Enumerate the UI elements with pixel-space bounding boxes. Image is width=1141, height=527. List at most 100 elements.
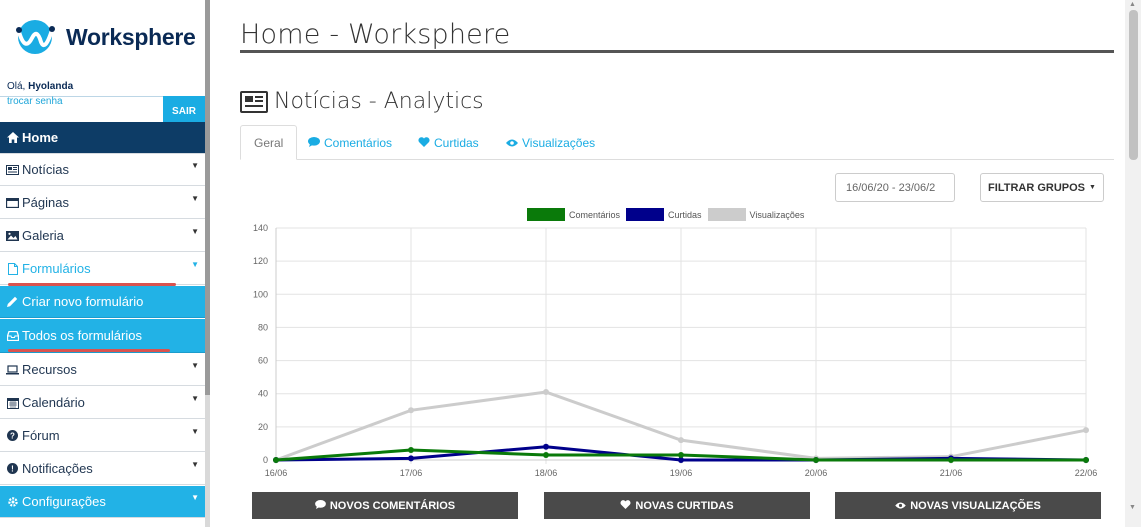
sidebar-item-label: Fórum — [22, 428, 60, 443]
user-name: Hyolanda — [28, 81, 74, 92]
newspaper-icon — [240, 90, 268, 113]
analytics-line-chart: 0 20 40 60 80 100 120 140 16/06 17/06 18/06 19/06 20… — [253, 223, 1098, 478]
picture-icon — [6, 230, 19, 241]
tab-label: Comentários — [324, 135, 393, 150]
data-point[interactable] — [678, 452, 684, 459]
new-likes-button[interactable]: NOVAS CURTIDAS — [544, 492, 810, 519]
data-point[interactable] — [678, 437, 684, 444]
sidebar-subitem-criar-formulario[interactable]: Criar novo formulário — [0, 286, 205, 318]
data-point[interactable] — [1083, 457, 1089, 463]
sidebar-item-label: Notícias — [22, 162, 69, 177]
data-point[interactable] — [273, 457, 279, 463]
scroll-thumb[interactable] — [1129, 10, 1138, 160]
sidebar-item-label: Formulários — [22, 261, 91, 276]
sidebar-item-recursos[interactable]: Recursos ▼ — [0, 354, 205, 386]
y-tick-label: 140 — [253, 223, 268, 233]
gear-icon — [6, 496, 19, 508]
eye-icon — [895, 500, 906, 512]
data-point[interactable] — [813, 457, 819, 463]
data-point[interactable] — [948, 457, 954, 463]
button-label: NOVOS COMENTÁRIOS — [329, 499, 456, 512]
heart-icon — [620, 499, 631, 512]
data-point[interactable] — [543, 389, 549, 396]
sidebar-item-galeria[interactable]: Galeria ▼ — [0, 220, 205, 252]
tab-label: Curtidas — [434, 135, 479, 150]
caret-down-icon: ▼ — [191, 194, 199, 203]
logout-button[interactable]: SAIR — [163, 96, 205, 122]
sidebar-item-formularios[interactable]: Formulários ▼ — [0, 253, 205, 285]
laptop-icon — [6, 364, 19, 375]
sidebar-subitem-todos-formularios[interactable]: Todos os formulários — [0, 319, 205, 353]
legend-label: Curtidas — [668, 209, 702, 220]
comment-icon — [308, 136, 320, 150]
legend-label: Comentários — [569, 209, 621, 220]
greeting-prefix: Olá, — [7, 81, 29, 92]
sidebar-item-label: Notificações — [22, 461, 93, 476]
tab-curtidas[interactable]: Curtidas — [418, 125, 479, 160]
data-point[interactable] — [408, 455, 414, 462]
sidebar-scroll-track — [205, 395, 210, 527]
sidebar-item-calendario[interactable]: Calendário ▼ — [0, 387, 205, 419]
data-point[interactable] — [408, 447, 414, 454]
sidebar-item-forum[interactable]: ? Fórum ▼ — [0, 420, 205, 452]
legend-label: Visualizações — [749, 209, 805, 220]
y-tick-label: 80 — [258, 322, 268, 332]
sidebar-item-notificacoes[interactable]: ! Notificações ▼ — [0, 453, 205, 485]
x-tick-label: 18/06 — [535, 468, 558, 478]
sidebar-item-label: Recursos — [22, 362, 77, 377]
caret-down-icon: ▼ — [191, 227, 199, 236]
caret-down-icon: ▼ — [191, 161, 199, 170]
caret-down-icon: ▼ — [191, 260, 199, 269]
eye-icon — [506, 136, 518, 150]
caret-down-icon: ▼ — [191, 460, 199, 469]
page-scrollbar[interactable]: ▲ ▼ — [1125, 0, 1141, 527]
x-tick-label: 20/06 — [805, 468, 828, 478]
newspaper-icon — [6, 164, 19, 175]
sidebar-item-configuracoes[interactable]: Configurações ▼ — [0, 486, 205, 518]
data-point[interactable] — [543, 443, 549, 450]
data-point[interactable] — [543, 452, 549, 459]
data-point[interactable] — [1083, 427, 1089, 434]
user-greeting: Olá, Hyolanda — [7, 81, 73, 92]
x-tick-label: 21/06 — [940, 468, 963, 478]
date-range-input[interactable]: 16/06/20 - 23/06/2 — [835, 173, 955, 202]
y-tick-label: 100 — [253, 289, 268, 299]
analytics-tabs: Geral Comentários Curtidas Visualizações — [240, 125, 1114, 160]
x-tick-label: 17/06 — [400, 468, 423, 478]
svg-text:?: ? — [10, 431, 15, 440]
y-tick-label: 0 — [263, 455, 268, 465]
title-divider — [240, 50, 1114, 53]
page-title: Home - Worksphere — [240, 19, 511, 50]
tab-comentarios[interactable]: Comentários — [308, 125, 392, 160]
new-comments-button[interactable]: NOVOS COMENTÁRIOS — [252, 492, 518, 519]
home-icon — [6, 132, 19, 143]
caret-down-icon: ▼ — [1089, 184, 1096, 191]
comment-icon — [314, 499, 326, 512]
sidebar-item-home[interactable]: Home — [0, 122, 205, 154]
x-tick-label: 22/06 — [1075, 468, 1098, 478]
sidebar-item-noticias[interactable]: Notícias ▼ — [0, 154, 205, 186]
section-title: Notícias - Analytics — [240, 89, 484, 114]
data-point[interactable] — [408, 407, 414, 414]
sidebar-item-paginas[interactable]: Páginas ▼ — [0, 187, 205, 219]
app-root: Worksphere Olá, Hyolanda trocar senha SA… — [0, 0, 1141, 527]
tab-geral[interactable]: Geral — [240, 125, 298, 160]
sidebar-item-label: Criar novo formulário — [22, 294, 144, 309]
filter-groups-button[interactable]: FILTRAR GRUPOS ▼ — [980, 173, 1104, 202]
sidebar-item-label: Calendário — [22, 395, 85, 410]
y-tick-label: 120 — [253, 256, 268, 266]
exclamation-icon: ! — [6, 463, 19, 474]
scroll-down-icon[interactable]: ▼ — [1129, 504, 1136, 511]
file-icon — [6, 262, 19, 275]
window-icon — [6, 197, 19, 208]
filter-groups-label: FILTRAR GRUPOS — [988, 181, 1086, 194]
change-password-link[interactable]: trocar senha — [7, 96, 63, 107]
scroll-up-icon[interactable]: ▲ — [1129, 1, 1136, 8]
heart-icon — [418, 136, 430, 150]
sidebar-scrollbar[interactable] — [205, 0, 210, 395]
tab-visualizacoes[interactable]: Visualizações — [506, 125, 595, 160]
logo[interactable]: Worksphere — [10, 18, 196, 56]
y-tick-label: 40 — [258, 389, 268, 399]
new-views-button[interactable]: NOVAS VISUALIZAÇÕES — [835, 492, 1101, 519]
button-label: NOVAS CURTIDAS — [635, 499, 734, 512]
